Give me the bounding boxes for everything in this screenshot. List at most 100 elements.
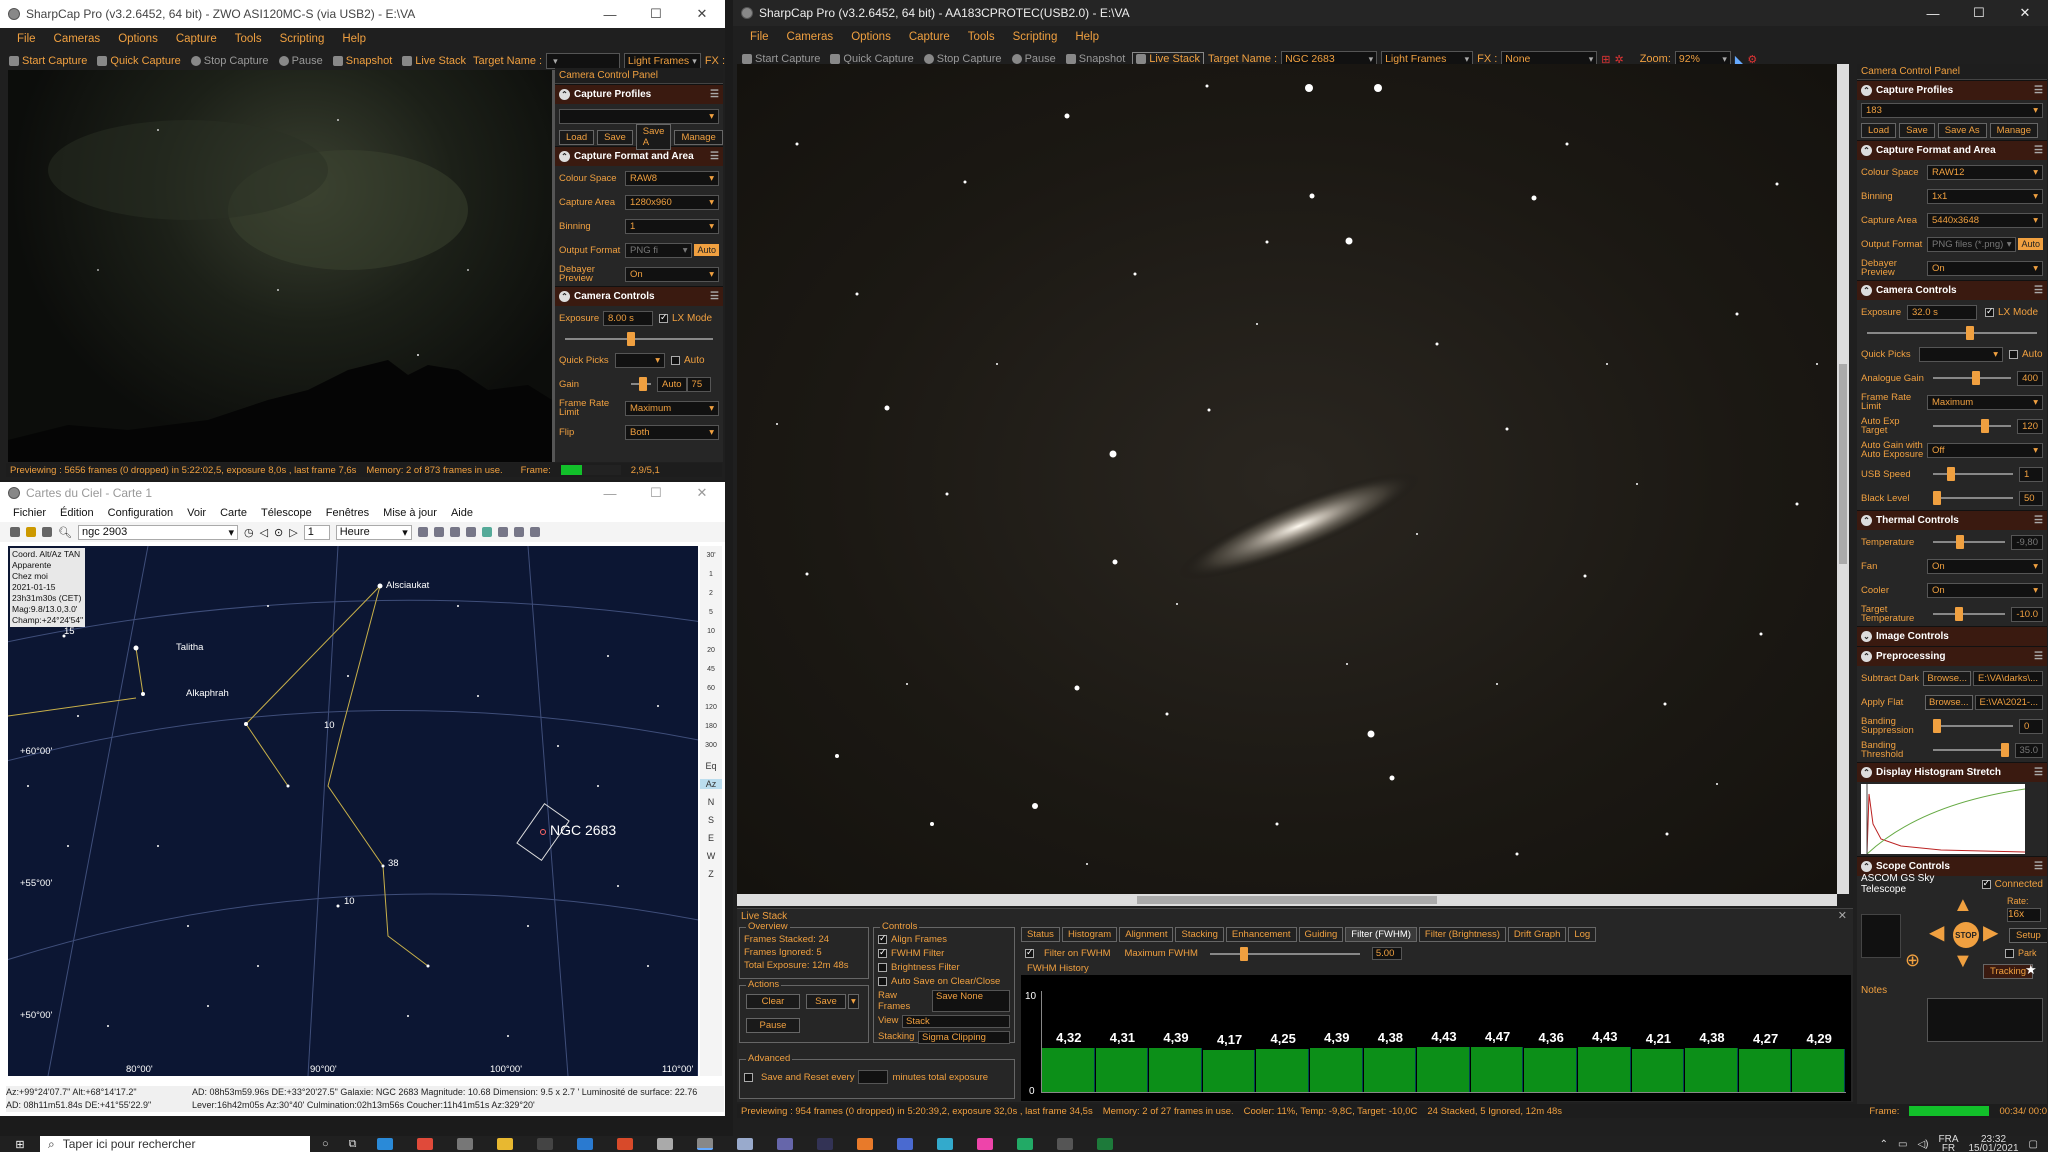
max-fwhm-slider[interactable]: [1209, 946, 1360, 961]
arrow-up-icon[interactable]: ▲: [1953, 894, 1973, 917]
target-name-input[interactable]: [546, 53, 620, 69]
stop-button[interactable]: STOP: [1953, 922, 1979, 948]
menu-icon[interactable]: ☰: [2034, 285, 2043, 296]
auto-checkbox[interactable]: [671, 355, 680, 365]
app-icon[interactable]: [976, 1138, 993, 1150]
menu-cameras[interactable]: Cameras: [45, 33, 110, 45]
capture-area-select[interactable]: 1280x960 ▾: [625, 194, 719, 210]
sky-chart[interactable]: Coord. Alt/Az TAN Apparente Chez moi 202…: [8, 546, 698, 1076]
vertical-scrollbar[interactable]: [1837, 64, 1849, 894]
gain-value[interactable]: 75: [686, 376, 711, 392]
gain-auto[interactable]: Auto: [657, 376, 687, 392]
usb-speed-slider[interactable]: [1933, 467, 2013, 481]
histogram-plot[interactable]: [1861, 784, 2026, 855]
menu-icon[interactable]: ☰: [2034, 145, 2043, 156]
close-icon[interactable]: ✕: [679, 482, 725, 504]
zoom-fit-icon[interactable]: [417, 527, 428, 537]
filter-on-fwhm-checkbox[interactable]: [1025, 947, 1034, 958]
dark-browse-button[interactable]: Browse...: [1923, 670, 1971, 686]
minimize-icon[interactable]: —: [1910, 0, 1956, 26]
banding-suppression-value[interactable]: 0: [2019, 718, 2043, 734]
capture-profiles-section[interactable]: ⌃ Capture Profiles ☰: [555, 84, 723, 104]
tab-drift-graph[interactable]: Drift Graph: [1507, 927, 1567, 942]
menu-options[interactable]: Options: [109, 33, 167, 45]
tab-guiding[interactable]: Guiding: [1298, 927, 1344, 942]
auto-exp-target-slider[interactable]: [1933, 419, 2012, 433]
binning-select[interactable]: 1 ▾: [625, 218, 719, 234]
menu-icon[interactable]: ☰: [2034, 861, 2043, 872]
north-button[interactable]: N: [700, 797, 722, 807]
thermal-controls-section[interactable]: ⌃ Thermal Controls ☰: [1857, 510, 2047, 530]
binning-select[interactable]: 1x1 ▾: [1927, 188, 2043, 204]
manage-button[interactable]: Manage: [1989, 122, 2038, 138]
chevron-up-icon[interactable]: ⌃: [1880, 1139, 1888, 1150]
save-dropdown[interactable]: ▾: [848, 994, 859, 1009]
now-icon[interactable]: ⊙: [274, 526, 283, 539]
chrome-icon[interactable]: [416, 1138, 433, 1150]
edge-icon[interactable]: [376, 1138, 393, 1150]
dark-path-select[interactable]: E:\VA\darks\...: [1972, 670, 2043, 686]
exposure-slider[interactable]: [1867, 326, 2037, 340]
tab-filter-brightness[interactable]: Filter (Brightness): [1418, 927, 1506, 942]
frame-rate-select[interactable]: Maximum ▾: [1927, 394, 2043, 410]
pause-button[interactable]: Pause: [746, 1018, 800, 1033]
menu-icon[interactable]: ☰: [710, 89, 719, 100]
exposure-slider[interactable]: [565, 332, 713, 346]
clock[interactable]: 23:32 15/01/2021: [1968, 1135, 2018, 1152]
quick-picks-select[interactable]: ▾: [615, 352, 665, 368]
image-controls-section[interactable]: ⌄ Image Controls: [1857, 626, 2047, 646]
menu-icon[interactable]: ☰: [2034, 515, 2043, 526]
menu-scripting[interactable]: Scripting: [271, 33, 334, 45]
output-auto-button[interactable]: Auto: [2018, 238, 2043, 250]
tab-log[interactable]: Log: [1568, 927, 1597, 942]
menu-scripting[interactable]: Scripting: [1004, 31, 1067, 43]
tab-enhancement[interactable]: Enhancement: [1225, 927, 1297, 942]
connected-checkbox[interactable]: [1981, 878, 1991, 889]
office-icon[interactable]: [616, 1138, 633, 1150]
list-icon[interactable]: [26, 527, 36, 537]
tab-histogram[interactable]: Histogram: [1061, 927, 1118, 942]
menu-icon[interactable]: ☰: [2034, 767, 2043, 778]
menu-icon[interactable]: ☰: [2034, 85, 2043, 96]
menu-voir[interactable]: Voir: [180, 507, 213, 519]
move-icon[interactable]: [449, 527, 460, 537]
tab-stacking[interactable]: Stacking: [1175, 927, 1224, 942]
flat-browse-button[interactable]: Browse...: [1924, 694, 1973, 710]
zenith-button[interactable]: Z: [700, 869, 722, 879]
load-button[interactable]: Load: [1861, 122, 1897, 138]
menu-capture[interactable]: Capture: [900, 31, 959, 43]
clock-icon[interactable]: ◷: [244, 526, 254, 539]
menu-icon[interactable]: ☰: [2034, 651, 2043, 662]
menu-carte[interactable]: Carte: [213, 507, 254, 519]
app-icon[interactable]: [456, 1138, 473, 1150]
menu-fichier[interactable]: Fichier: [6, 507, 53, 519]
mail-icon[interactable]: [576, 1138, 593, 1150]
time-unit-select[interactable]: Heure ▾: [335, 524, 412, 540]
quick-picks-select[interactable]: ▾: [1919, 346, 2003, 362]
close-icon[interactable]: ✕: [2002, 0, 2048, 26]
preprocessing-section[interactable]: ⌃ Preprocessing ☰: [1857, 646, 2047, 666]
minimize-icon[interactable]: —: [587, 0, 633, 28]
auto-checkbox[interactable]: [2009, 349, 2018, 359]
rate-select[interactable]: 16x: [2007, 908, 2041, 922]
step-input[interactable]: 1: [303, 524, 330, 540]
profile-select[interactable]: 183 ▾: [1861, 102, 2043, 118]
next-icon[interactable]: ▷: [289, 526, 297, 539]
network-icon[interactable]: ▭: [1898, 1139, 1907, 1150]
fov-value[interactable]: 2: [700, 590, 722, 597]
title-bar[interactable]: SharpCap Pro (v3.2.6452, 64 bit) - AA183…: [733, 0, 2048, 26]
fov-value[interactable]: 300: [700, 742, 722, 749]
arrow-right-icon[interactable]: ▶: [1983, 920, 1998, 945]
arrow-left-icon[interactable]: ◀: [1929, 920, 1944, 945]
fov-value[interactable]: 180: [700, 723, 722, 730]
west-button[interactable]: W: [700, 851, 722, 861]
calendar-icon[interactable]: [10, 527, 20, 537]
load-button[interactable]: Load: [559, 129, 595, 145]
save-button[interactable]: Save: [1899, 122, 1935, 138]
telescope-icon[interactable]: [481, 527, 492, 537]
windows-start-icon[interactable]: ⊞: [0, 1138, 40, 1151]
maximize-icon[interactable]: ☐: [633, 482, 679, 504]
debayer-select[interactable]: On ▾: [625, 266, 719, 282]
menu-options[interactable]: Options: [842, 31, 900, 43]
notification-icon[interactable]: ▢: [2029, 1139, 2038, 1150]
